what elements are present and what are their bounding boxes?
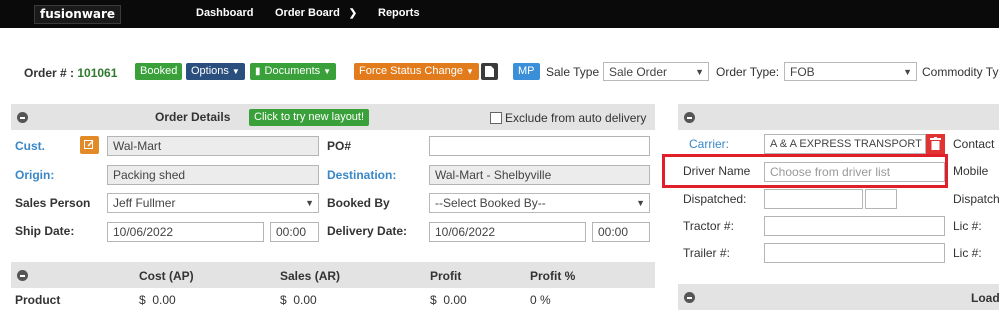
- sales-person-label: Sales Person: [15, 196, 91, 210]
- top-navbar: fusionware Dashboard Order Board ❯ Report…: [0, 0, 999, 28]
- cost-ap-header: Cost (AP): [139, 269, 194, 283]
- dispatched-date-field[interactable]: [764, 189, 863, 209]
- collapse-icon[interactable]: [17, 270, 28, 281]
- profit-percent-header: Profit %: [530, 269, 576, 283]
- tractor-field[interactable]: [764, 216, 945, 236]
- collapse-icon[interactable]: [684, 112, 695, 123]
- sales-person-select[interactable]: Jeff Fullmer ▼: [107, 193, 319, 213]
- file-icon[interactable]: [481, 63, 498, 80]
- load-panel-title: Load: [971, 291, 999, 305]
- origin-link[interactable]: Origin:: [15, 168, 54, 182]
- driver-name-input[interactable]: Choose from driver list: [764, 162, 945, 182]
- nav-reports[interactable]: Reports: [378, 7, 420, 19]
- document-icon: ▮: [255, 66, 261, 77]
- trailer-field[interactable]: [764, 243, 945, 263]
- trailer-label: Trailer #:: [683, 246, 730, 260]
- order-toolbar: Order # : 101061 Booked Options ▼ ▮ Docume…: [0, 58, 999, 88]
- nav-dashboard[interactable]: Dashboard: [196, 7, 253, 19]
- dispatched-time-field[interactable]: [865, 189, 897, 209]
- po-field[interactable]: [429, 136, 650, 156]
- chevron-down-icon: ▼: [636, 198, 645, 208]
- status-badge-booked[interactable]: Booked: [135, 63, 183, 80]
- origin-field[interactable]: Packing shed: [107, 165, 319, 185]
- carrier-panel-header: [678, 104, 999, 130]
- delete-carrier-icon[interactable]: [926, 134, 945, 154]
- customer-field[interactable]: Wal-Mart: [107, 136, 319, 156]
- delivery-date-label: Delivery Date:: [327, 224, 408, 238]
- sale-type-select[interactable]: Sale Order ▼: [603, 62, 709, 81]
- nav-order-board[interactable]: Order Board ❯: [275, 7, 357, 19]
- ship-time-field[interactable]: 00:00: [270, 222, 319, 242]
- documents-button[interactable]: ▮ Documents ▼: [250, 63, 337, 80]
- carrier-field[interactable]: A & A EXPRESS TRANSPORT LLC: [764, 134, 926, 154]
- order-number: Order # : 101061: [24, 66, 118, 80]
- po-label: PO#: [327, 139, 352, 153]
- ship-date-label: Ship Date:: [15, 224, 75, 238]
- commodity-type-label: Commodity Ty: [922, 65, 999, 79]
- financial-summary-header: Cost (AP) Sales (AR) Profit Profit %: [11, 262, 655, 288]
- order-type-select[interactable]: FOB ▼: [784, 62, 917, 81]
- force-status-change-button[interactable]: Force Status Change ▼: [354, 63, 479, 80]
- chevron-down-icon: ▼: [903, 67, 912, 77]
- dispatched-label: Dispatched:: [683, 192, 747, 206]
- profit-header: Profit: [430, 269, 462, 283]
- carrier-link[interactable]: Carrier:: [689, 137, 729, 151]
- mp-button[interactable]: MP: [513, 63, 540, 80]
- chevron-down-icon: ▼: [305, 198, 314, 208]
- collapse-icon[interactable]: [684, 292, 695, 303]
- destination-link[interactable]: Destination:: [327, 168, 396, 182]
- trailer-lic-label: Lic #:: [953, 246, 982, 260]
- new-layout-button[interactable]: Click to try new layout!: [249, 109, 370, 126]
- delivery-date-field[interactable]: 10/06/2022: [429, 222, 586, 242]
- contact-label: Contact: [953, 137, 995, 151]
- exclude-auto-delivery-label: Exclude from auto delivery: [505, 111, 647, 125]
- exclude-auto-delivery-checkbox[interactable]: [490, 112, 502, 124]
- booked-by-label: Booked By: [327, 196, 390, 210]
- order-type-label: Order Type:: [716, 65, 780, 79]
- cust-link[interactable]: Cust.: [15, 139, 45, 153]
- delivery-time-field[interactable]: 00:00: [592, 222, 650, 242]
- options-button[interactable]: Options ▼: [186, 63, 245, 80]
- order-details-title: Order Details: [155, 110, 231, 124]
- sale-type-label: Sale Type: [546, 65, 600, 79]
- booked-by-select[interactable]: --Select Booked By-- ▼: [429, 193, 650, 213]
- ship-date-field[interactable]: 10/06/2022: [107, 222, 264, 242]
- order-details-header: Order Details Click to try new layout! E…: [11, 104, 655, 130]
- sales-ar-header: Sales (AR): [280, 269, 341, 283]
- dispatch-label: Dispatch: [953, 192, 999, 206]
- tractor-lic-label: Lic #:: [953, 219, 982, 233]
- load-panel-header: Load: [678, 284, 999, 310]
- fusionware-logo[interactable]: fusionware: [34, 5, 122, 24]
- edit-icon[interactable]: [80, 136, 99, 154]
- chevron-down-icon: ▼: [695, 67, 704, 77]
- tractor-label: Tractor #:: [683, 219, 734, 233]
- collapse-icon[interactable]: [17, 112, 28, 123]
- destination-field[interactable]: Wal-Mart - Shelbyville: [429, 165, 650, 185]
- driver-name-label: Driver Name: [683, 164, 751, 178]
- mobile-label: Mobile: [953, 164, 989, 178]
- chevron-down-icon: ❯: [348, 8, 358, 19]
